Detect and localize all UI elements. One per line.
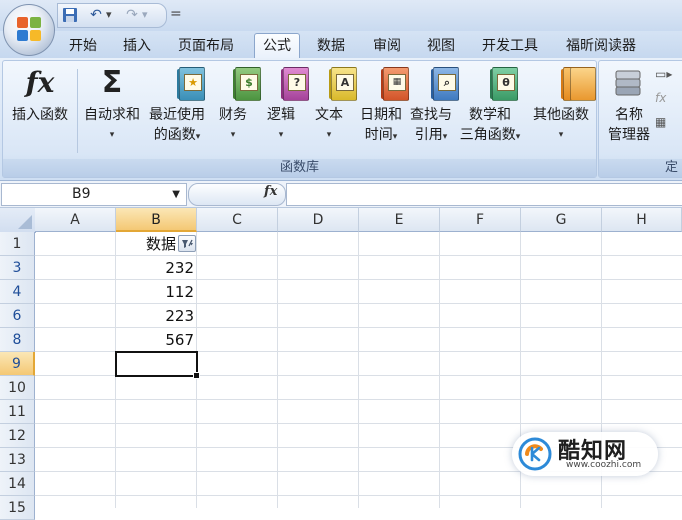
star-book-icon: ★ (160, 65, 205, 103)
tab-insert[interactable]: 插入 (121, 34, 153, 58)
row-header-3[interactable]: 3 (0, 256, 35, 280)
office-logo-icon (17, 17, 41, 41)
tab-foxit-reader[interactable]: 福昕阅读器 (564, 34, 638, 58)
row-header-12[interactable]: 12 (0, 424, 35, 448)
recent-dropdown-icon[interactable]: ▾ (196, 132, 201, 142)
undo-dropdown-icon[interactable]: ▾ (106, 8, 112, 21)
column-header-e[interactable]: E (359, 208, 440, 232)
column-header-d[interactable]: D (278, 208, 359, 232)
row-header-14[interactable]: 14 (0, 472, 35, 496)
tab-formulas[interactable]: 公式 (254, 33, 300, 60)
redo-dropdown-icon[interactable]: ▾ (142, 8, 148, 21)
watermark: 酷知网 www.coozhi.com (512, 432, 658, 476)
formula-input[interactable] (286, 183, 682, 206)
date-time-button[interactable]: ▦ 日期和 时间▾ (355, 65, 409, 147)
text-book-icon: A (312, 65, 357, 103)
row-header-13[interactable]: 13 (0, 448, 35, 472)
cell-b8[interactable]: 567 (116, 328, 197, 351)
logical-button[interactable]: ? 逻辑 ▾ (259, 65, 309, 145)
column-header-b[interactable]: B (116, 208, 197, 232)
tab-developer[interactable]: 开发工具 (480, 34, 540, 58)
ribbon-separator (77, 69, 78, 153)
insert-function-button[interactable]: fx 插入函数 (7, 65, 73, 125)
text-button[interactable]: A 文本 ▾ (307, 65, 357, 145)
financial-dropdown-icon[interactable]: ▾ (211, 125, 255, 145)
row-header-11[interactable]: 11 (0, 400, 35, 424)
ribbon: fx 插入函数 Σ 自动求和 ▾ ★ 最近使用 的函数▾ $ 财务 ▾ ? 逻辑… (0, 58, 682, 181)
question-book-icon: ? (264, 65, 309, 103)
define-name-icon[interactable]: ▭▸ (655, 67, 672, 81)
row-header-15[interactable]: 15 (0, 496, 35, 520)
cell-b3[interactable]: 232 (116, 256, 197, 279)
office-button[interactable] (3, 4, 55, 56)
column-header-a[interactable]: A (35, 208, 116, 232)
lookup-dropdown-icon[interactable]: ▾ (443, 132, 448, 142)
title-bar: ↶ ▾ ↷ ▾ = (0, 0, 682, 31)
coozhi-logo-icon (518, 437, 552, 471)
cell-b4[interactable]: 112 (116, 280, 197, 303)
math-dropdown-icon[interactable]: ▾ (516, 132, 521, 142)
book-stack-icon (544, 65, 596, 103)
row-header-4[interactable]: 4 (0, 280, 35, 304)
autosum-button[interactable]: Σ 自动求和 ▾ (79, 65, 145, 145)
save-icon[interactable] (62, 7, 78, 23)
name-manager-button[interactable]: 名称 管理器 (601, 65, 657, 145)
column-header-g[interactable]: G (521, 208, 602, 232)
financial-button[interactable]: $ 财务 ▾ (211, 65, 261, 145)
tab-page-layout[interactable]: 页面布局 (176, 34, 236, 58)
undo-icon[interactable]: ↶ (88, 7, 104, 23)
selected-cell-b9[interactable] (115, 351, 200, 379)
filter-active-icon (182, 239, 193, 248)
money-book-icon: $ (216, 65, 261, 103)
tab-view[interactable]: 视图 (425, 34, 457, 58)
row-header-10[interactable]: 10 (0, 376, 35, 400)
lookup-reference-button[interactable]: ⌕ 查找与 引用▾ (407, 65, 459, 147)
create-from-selection-icon[interactable]: ▦ (655, 115, 666, 129)
more-functions-dropdown-icon[interactable]: ▾ (529, 125, 593, 145)
cell-b6[interactable]: 223 (116, 304, 197, 327)
row-header-8[interactable]: 8 (0, 328, 35, 352)
sigma-icon: Σ (101, 65, 123, 100)
logical-dropdown-icon[interactable]: ▾ (259, 125, 303, 145)
fx-icon: fx (25, 66, 55, 99)
ribbon-tabs: 开始 插入 页面布局 公式 数据 审阅 视图 开发工具 福昕阅读器 (0, 31, 682, 60)
text-dropdown-icon[interactable]: ▾ (307, 125, 351, 145)
math-trig-button[interactable]: θ 数学和 三角函数▾ (455, 65, 525, 147)
defined-names-label: 定 (599, 159, 682, 177)
customize-quick-access-icon[interactable]: = (170, 6, 182, 22)
cell-b1-header[interactable]: 数据 (116, 232, 179, 255)
column-header-c[interactable]: C (197, 208, 278, 232)
calendar-book-icon: ▦ (364, 65, 409, 103)
row-header-1[interactable]: 1 (0, 232, 35, 256)
redo-icon[interactable]: ↷ (124, 7, 140, 23)
insert-function-fx-icon[interactable]: fx (264, 184, 277, 199)
select-all-corner[interactable] (0, 208, 36, 233)
name-box[interactable]: B9 ▼ (1, 183, 187, 206)
theta-book-icon: θ (473, 65, 518, 103)
tab-data[interactable]: 数据 (315, 34, 347, 58)
row-header-9[interactable]: 9 (0, 352, 35, 376)
magnifier-book-icon: ⌕ (414, 65, 459, 103)
tab-review[interactable]: 审阅 (371, 34, 403, 58)
tab-home[interactable]: 开始 (67, 34, 99, 58)
more-functions-button[interactable]: 其他函数 ▾ (529, 65, 596, 145)
autosum-dropdown-icon[interactable]: ▾ (79, 125, 145, 145)
name-box-dropdown-icon[interactable]: ▼ (172, 184, 180, 205)
function-library-label: 函数库 (3, 159, 596, 177)
recently-used-button[interactable]: ★ 最近使用 的函数▾ (145, 65, 209, 147)
column-header-h[interactable]: H (602, 208, 682, 232)
row-header-6[interactable]: 6 (0, 304, 35, 328)
column-header-f[interactable]: F (440, 208, 521, 232)
filter-dropdown-button[interactable] (178, 235, 196, 252)
function-library-group: fx 插入函数 Σ 自动求和 ▾ ★ 最近使用 的函数▾ $ 财务 ▾ ? 逻辑… (2, 60, 597, 178)
name-manager-icon (612, 65, 646, 103)
formula-bar: B9 ▼ fx (0, 181, 682, 208)
watermark-url: www.coozhi.com (566, 460, 642, 470)
defined-names-group: 名称 管理器 ▭▸ fx ▦ 定 (598, 60, 682, 178)
datetime-dropdown-icon[interactable]: ▾ (393, 132, 398, 142)
use-in-formula-icon[interactable]: fx (655, 91, 666, 105)
